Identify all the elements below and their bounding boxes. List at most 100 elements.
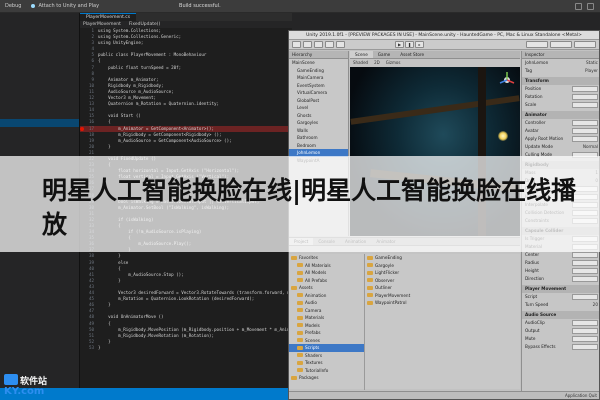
inspector-field[interactable]: Direction: [522, 275, 599, 283]
move-tool-icon[interactable]: [303, 41, 312, 48]
hand-tool-icon[interactable]: [292, 41, 301, 48]
project-folder[interactable]: All Models: [289, 269, 364, 277]
project-folder[interactable]: Favorites: [289, 254, 364, 262]
script-file[interactable]: PlayerMovement: [367, 292, 517, 300]
hierarchy-item[interactable]: MainScene: [289, 59, 348, 67]
field-input[interactable]: [572, 328, 598, 334]
hierarchy-item[interactable]: Bedroom: [289, 142, 348, 150]
hierarchy-item[interactable]: VirtualCamera: [289, 89, 348, 97]
inspector-field[interactable]: Position: [522, 85, 599, 93]
component-header[interactable]: Audio Source: [522, 311, 599, 319]
inspector-field[interactable]: Mute: [522, 335, 599, 343]
explorer-item-selected[interactable]: [0, 119, 79, 127]
script-file[interactable]: Observer: [367, 277, 517, 285]
field-input[interactable]: [572, 252, 598, 258]
hierarchy-item[interactable]: Bathroom: [289, 134, 348, 142]
project-folder[interactable]: Prefabs: [289, 329, 364, 337]
field-input[interactable]: [572, 102, 598, 108]
script-file[interactable]: WaypointPatrol: [367, 299, 517, 307]
hierarchy-item[interactable]: Ghosts: [289, 112, 348, 120]
inspector-field[interactable]: Scale: [522, 101, 599, 109]
tab-asset-store[interactable]: Asset Store: [395, 51, 429, 58]
field-value[interactable]: Player: [585, 67, 598, 75]
inspector-field[interactable]: Script: [522, 293, 599, 301]
script-file[interactable]: LightFlicker: [367, 269, 517, 277]
scene-option[interactable]: 2D: [374, 59, 380, 67]
inspector-field[interactable]: Rotation: [522, 93, 599, 101]
field-input[interactable]: [572, 94, 598, 100]
inspector-field[interactable]: Radius: [522, 259, 599, 267]
attach-run-button[interactable]: Attach to Unity and Play: [26, 0, 104, 13]
inspector-field[interactable]: Avatar: [522, 127, 599, 135]
rotate-tool-icon[interactable]: [314, 41, 323, 48]
project-folder[interactable]: All Prefabs: [289, 277, 364, 285]
inspector-field[interactable]: Apply Root Motion: [522, 135, 599, 143]
inspector-field[interactable]: Output: [522, 327, 599, 335]
notifications-icon[interactable]: [587, 2, 594, 10]
hierarchy-item[interactable]: MainCamera: [289, 74, 348, 82]
project-folder[interactable]: Audio: [289, 299, 364, 307]
tab-playermovement[interactable]: PlayerMovement.cs: [80, 13, 137, 21]
component-header[interactable]: Player Movement: [522, 285, 599, 293]
scale-tool-icon[interactable]: [325, 41, 334, 48]
rect-tool-icon[interactable]: [336, 41, 345, 48]
inspector-field[interactable]: Update Mode Normal: [522, 143, 599, 151]
explorer-item[interactable]: [0, 41, 79, 49]
field-input[interactable]: [572, 268, 598, 274]
field-input[interactable]: [572, 344, 598, 350]
project-folder[interactable]: TutorialInfo: [289, 367, 364, 375]
layout-dropdown[interactable]: [574, 41, 596, 48]
field-input[interactable]: [572, 120, 598, 126]
project-folder[interactable]: Textures: [289, 359, 364, 367]
project-folder[interactable]: Packages: [289, 374, 364, 382]
play-button-icon[interactable]: ▶: [395, 41, 404, 48]
debug-config-select[interactable]: Debug: [0, 0, 26, 13]
nav-member-select[interactable]: FixedUpdate(): [129, 21, 160, 28]
field-input[interactable]: [572, 128, 598, 134]
hierarchy-item[interactable]: GlobalPost: [289, 97, 348, 105]
hierarchy-item[interactable]: Level: [289, 104, 348, 112]
layers-dropdown[interactable]: [550, 41, 572, 48]
field-input[interactable]: [572, 294, 598, 300]
inspector-field[interactable]: JohnLemon Static: [522, 59, 599, 67]
tab-scene[interactable]: Scene: [350, 51, 373, 58]
field-input[interactable]: [572, 136, 598, 142]
field-input[interactable]: [572, 336, 598, 342]
field-input[interactable]: [572, 320, 598, 326]
project-folder[interactable]: Scripts: [289, 344, 364, 352]
hierarchy-item[interactable]: Walls: [289, 127, 348, 135]
pause-button-icon[interactable]: ❚: [405, 41, 414, 48]
explorer-item[interactable]: [0, 33, 79, 41]
field-value[interactable]: Static: [586, 59, 598, 67]
inspector-field[interactable]: Center: [522, 251, 599, 259]
scene-gizmo-icon[interactable]: [498, 71, 516, 89]
inspector-field[interactable]: Tag Player: [522, 67, 599, 75]
script-file[interactable]: Gargoyle: [367, 262, 517, 270]
field-input[interactable]: [572, 276, 598, 282]
field-input[interactable]: [572, 260, 598, 266]
project-folder[interactable]: Shaders: [289, 352, 364, 360]
hierarchy-item[interactable]: GameEnding: [289, 67, 348, 75]
inspector-field[interactable]: AudioClip: [522, 319, 599, 327]
script-file[interactable]: GameEnding: [367, 254, 517, 262]
script-file[interactable]: Outliner: [367, 284, 517, 292]
inspector-field[interactable]: Height: [522, 267, 599, 275]
scene-option[interactable]: Gizmos: [386, 59, 401, 67]
tab-game[interactable]: Game: [373, 51, 395, 58]
layout-icon[interactable]: [575, 2, 582, 10]
explorer-item[interactable]: [0, 147, 79, 155]
code-line[interactable]: 53}: [80, 345, 292, 351]
breakpoint-icon[interactable]: [80, 126, 84, 131]
hierarchy-item[interactable]: EventSystem: [289, 82, 348, 90]
field-value[interactable]: Normal: [583, 143, 598, 151]
inspector-field[interactable]: Controller: [522, 119, 599, 127]
project-folder[interactable]: Assets: [289, 284, 364, 292]
hierarchy-item[interactable]: Gargoyles: [289, 119, 348, 127]
project-folder[interactable]: Models: [289, 322, 364, 330]
project-folder[interactable]: Materials: [289, 314, 364, 322]
nav-class-select[interactable]: PlayerMovement: [83, 21, 121, 28]
field-value[interactable]: 20: [593, 301, 598, 309]
field-input[interactable]: [572, 86, 598, 92]
component-header[interactable]: Transform: [522, 77, 599, 85]
project-folder[interactable]: All Materials: [289, 262, 364, 270]
